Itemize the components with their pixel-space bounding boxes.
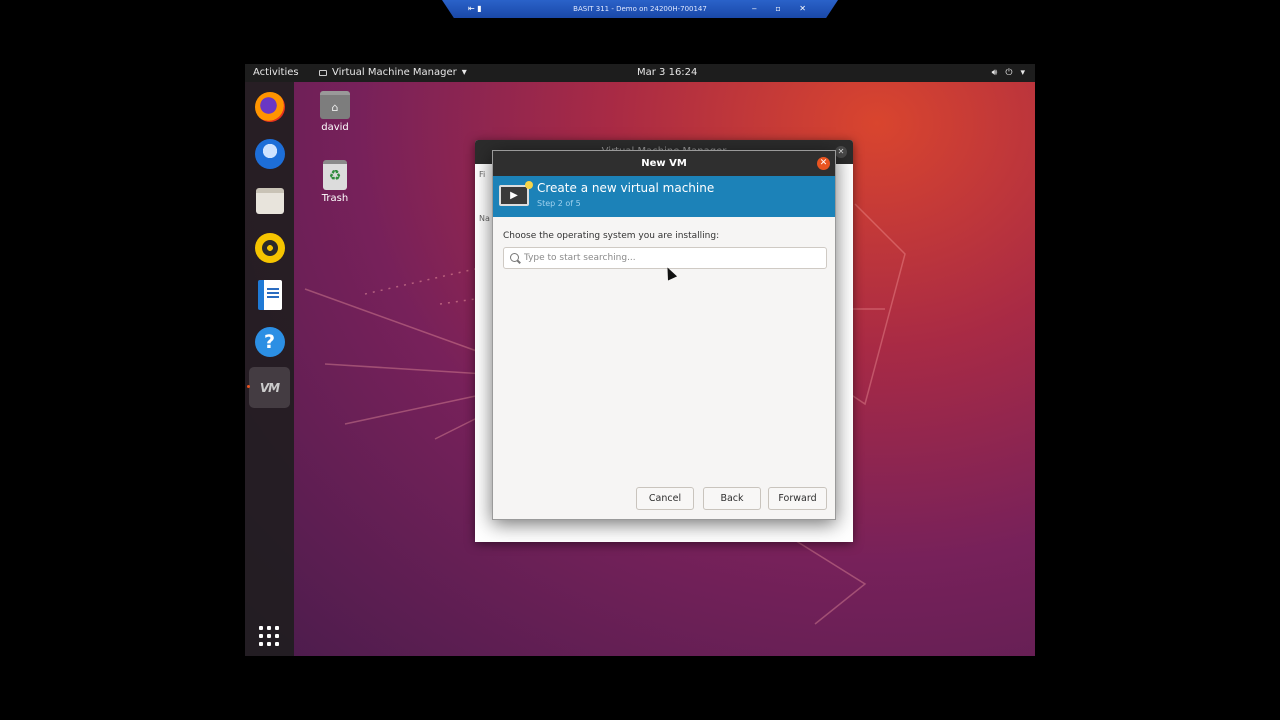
pin-icon[interactable]: ⇤ ▮ bbox=[468, 0, 482, 18]
dock-item-writer[interactable] bbox=[249, 274, 290, 315]
gnome-top-bar: Activities Virtual Machine Manager ▾ Mar… bbox=[245, 64, 1035, 82]
files-icon bbox=[255, 187, 284, 214]
writer-icon bbox=[257, 279, 282, 310]
wizard-header: ▶ Create a new virtual machine Step 2 of… bbox=[493, 176, 835, 217]
app-menu[interactable]: Virtual Machine Manager ▾ bbox=[319, 64, 467, 82]
dock-item-vmm[interactable]: VM bbox=[247, 367, 290, 408]
dock: ? VM bbox=[245, 82, 294, 656]
wizard-step: Step 2 of 5 bbox=[537, 199, 581, 208]
grid-dot-icon bbox=[275, 642, 279, 646]
firefox-icon bbox=[254, 91, 285, 122]
close-icon[interactable]: ✕ bbox=[817, 157, 830, 170]
help-icon: ? bbox=[254, 326, 285, 357]
close-icon[interactable]: ✕ bbox=[835, 146, 847, 158]
dock-item-files[interactable] bbox=[249, 180, 290, 221]
grid-dot-icon bbox=[259, 626, 263, 630]
clock[interactable]: Mar 3 16:24 bbox=[637, 64, 697, 82]
vmm-column-fragment: Na bbox=[479, 214, 490, 223]
dialog-title: New VM bbox=[641, 158, 687, 169]
new-vm-icon: ▶ bbox=[499, 181, 533, 206]
grid-dot-icon bbox=[267, 634, 271, 638]
volume-icon[interactable]: 🔊︎ bbox=[992, 64, 998, 82]
remote-session-bar: ⇤ ▮ BASIT 311 - Demo on 24200H-700147 ‒ … bbox=[442, 0, 838, 18]
rhythmbox-icon bbox=[254, 232, 285, 263]
dock-item-rhythmbox[interactable] bbox=[249, 227, 290, 268]
trash-label: Trash bbox=[321, 193, 349, 204]
os-search-box[interactable] bbox=[503, 247, 827, 269]
search-icon bbox=[510, 253, 519, 262]
activities-button[interactable]: Activities bbox=[253, 64, 299, 82]
desktop-home-folder[interactable]: ⌂ david bbox=[305, 91, 365, 133]
desktop-trash[interactable]: ♻ Trash bbox=[305, 160, 365, 204]
chevron-down-icon: ▾ bbox=[461, 67, 467, 78]
vmm-menu-fragment: Fi bbox=[479, 170, 486, 179]
grid-dot-icon bbox=[267, 642, 271, 646]
grid-dot-icon bbox=[275, 626, 279, 630]
power-icon[interactable]: ⏻ bbox=[1005, 64, 1012, 82]
grid-dot-icon bbox=[275, 634, 279, 638]
dialog-titlebar: New VM ✕ bbox=[493, 151, 835, 176]
chevron-down-icon[interactable]: ▾ bbox=[1020, 64, 1025, 82]
grid-dot-icon bbox=[267, 626, 271, 630]
show-applications-button[interactable] bbox=[259, 626, 279, 646]
thunderbird-icon bbox=[254, 138, 285, 169]
app-menu-label: Virtual Machine Manager bbox=[332, 67, 457, 78]
new-vm-dialog: New VM ✕ ▶ Create a new virtual machine … bbox=[492, 150, 836, 520]
back-button[interactable]: Back bbox=[703, 487, 761, 510]
trash-icon: ♻ bbox=[323, 160, 347, 190]
guest-desktop: Activities Virtual Machine Manager ▾ Mar… bbox=[245, 64, 1035, 656]
grid-dot-icon bbox=[259, 634, 263, 638]
forward-button[interactable]: Forward bbox=[768, 487, 827, 510]
os-prompt-label: Choose the operating system you are inst… bbox=[503, 231, 720, 241]
dock-item-firefox[interactable] bbox=[249, 86, 290, 127]
grid-dot-icon bbox=[259, 642, 263, 646]
home-folder-icon: ⌂ bbox=[320, 91, 350, 119]
dock-item-thunderbird[interactable] bbox=[249, 133, 290, 174]
system-tray[interactable]: 🔊︎ ⏻ ▾ bbox=[992, 64, 1025, 82]
window-controls-icon[interactable]: ‒ ▫ ✕ bbox=[752, 0, 814, 18]
wizard-title: Create a new virtual machine bbox=[537, 181, 715, 195]
dock-item-help[interactable]: ? bbox=[249, 321, 290, 362]
remote-session-title: BASIT 311 - Demo on 24200H-700147 bbox=[573, 5, 707, 13]
home-folder-label: david bbox=[321, 122, 349, 133]
vmm-icon: VM bbox=[259, 380, 280, 395]
cancel-button[interactable]: Cancel bbox=[636, 487, 694, 510]
os-search-input[interactable] bbox=[524, 250, 814, 266]
vmm-app-icon bbox=[319, 70, 327, 76]
